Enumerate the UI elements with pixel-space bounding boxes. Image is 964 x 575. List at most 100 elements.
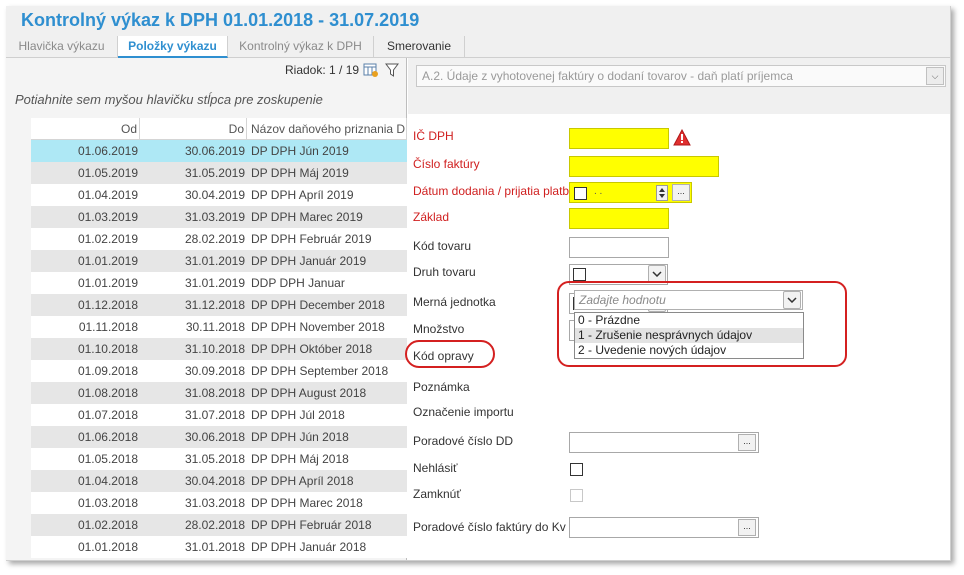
table-row[interactable]: 01.05.2019 31.05.2019 DP DPH Máj 2019 xyxy=(31,162,407,184)
table-row[interactable]: 01.03.2018 31.03.2018 DP DPH Marec 2018 xyxy=(31,492,407,514)
column-header-nazov[interactable]: Názov daňového priznania DPH xyxy=(247,118,407,139)
tab-hlavicka-vykazu[interactable]: Hlavička výkazu xyxy=(6,36,118,58)
cell-nazov: DP DPH Február 2019 xyxy=(251,232,372,246)
column-chooser-icon[interactable] xyxy=(363,62,379,78)
cell-do: 31.01.2018 xyxy=(184,540,245,554)
tab-kontrolny-vykaz[interactable]: Kontrolný výkaz k DPH xyxy=(228,36,374,58)
poradove-cislo-dd-input[interactable]: ... xyxy=(569,432,759,453)
cell-do: 31.01.2019 xyxy=(184,254,245,268)
date-spin-icon[interactable] xyxy=(656,185,668,201)
cell-do: 31.03.2018 xyxy=(184,496,245,510)
grid-body: 01.06.2019 30.06.2019 DP DPH Jún 2019 01.05… xyxy=(31,140,407,558)
chevron-down-icon[interactable]: ⌵ xyxy=(926,67,944,85)
cell-od: 01.02.2019 xyxy=(77,232,138,246)
table-row[interactable]: 01.01.2018 31.01.2018 DP DPH Január 2018 xyxy=(31,536,407,558)
cell-od: 01.01.2019 xyxy=(77,254,138,268)
cell-nazov: DP DPH December 2018 xyxy=(251,298,385,312)
cell-od: 01.08.2018 xyxy=(77,386,138,400)
date-picker-button[interactable]: ... xyxy=(672,184,690,201)
druh-tovaru-checkbox[interactable] xyxy=(573,268,586,281)
table-row[interactable]: 01.01.2019 31.01.2019 DDP DPH Januar xyxy=(31,272,407,294)
app-window: Kontrolný výkaz k DPH 01.01.2018 - 31.07… xyxy=(6,6,951,561)
cell-od: 01.12.2018 xyxy=(77,298,138,312)
cislo-faktury-input[interactable] xyxy=(569,156,719,177)
oznacenie-importu-label: Označenie importu xyxy=(413,405,514,419)
item-detail-pane: A.2. Údaje z vyhotovenej faktúry o dodan… xyxy=(405,58,950,560)
kod-opravy-combo-annotation xyxy=(557,281,847,367)
grid-header: Od Do Názov daňového priznania DPH xyxy=(31,118,407,140)
column-header-od[interactable]: Od xyxy=(31,118,140,139)
cell-nazov: DP DPH September 2018 xyxy=(251,364,389,378)
kod-opravy-label-annotation xyxy=(405,340,495,368)
table-row[interactable]: 01.10.2018 31.10.2018 DP DPH Október 2018 xyxy=(31,338,407,360)
column-header-do[interactable]: Do xyxy=(140,118,247,139)
cell-nazov: DP DPH Jún 2019 xyxy=(251,144,349,158)
cell-do: 31.01.2019 xyxy=(184,276,245,290)
cell-do: 28.02.2018 xyxy=(184,518,245,532)
poznamka-label: Poznámka xyxy=(413,380,470,394)
table-row[interactable]: 01.04.2019 30.04.2019 DP DPH Apríl 2019 xyxy=(31,184,407,206)
cell-od: 01.03.2018 xyxy=(77,496,138,510)
table-row[interactable]: 01.09.2018 30.09.2018 DP DPH September 201… xyxy=(31,360,407,382)
table-row[interactable]: 01.02.2019 28.02.2019 DP DPH Február 2019 xyxy=(31,228,407,250)
cell-nazov: DDP DPH Januar xyxy=(251,276,345,290)
cell-nazov: DP DPH Apríl 2018 xyxy=(251,474,354,488)
zamknut-label: Zamknúť xyxy=(413,487,461,501)
ic-dph-input[interactable] xyxy=(569,128,669,149)
cell-od: 01.03.2019 xyxy=(77,210,138,224)
table-row[interactable]: 01.06.2019 30.06.2019 DP DPH Jún 2019 xyxy=(31,140,407,162)
date-placeholder: . . xyxy=(594,186,603,197)
table-row[interactable]: 01.08.2018 31.08.2018 DP DPH August 2018 xyxy=(31,382,407,404)
cell-nazov: DP DPH Apríl 2019 xyxy=(251,188,354,202)
vat-returns-grid: Od Do Názov daňového priznania DPH 01.06… xyxy=(31,118,407,558)
cell-od: 01.10.2018 xyxy=(77,342,138,356)
cell-od: 01.04.2019 xyxy=(77,188,138,202)
cell-nazov: DP DPH Júl 2018 xyxy=(251,408,345,422)
datum-dodania-label: Dátum dodania / prijatia platby xyxy=(413,184,576,198)
ic-dph-label: IČ DPH xyxy=(413,129,454,143)
section-select[interactable]: A.2. Údaje z vyhotovenej faktúry o dodan… xyxy=(416,65,946,87)
poradove-cislo-dd-lookup-button[interactable]: ... xyxy=(738,434,756,451)
cell-nazov: DP DPH Október 2018 xyxy=(251,342,373,356)
date-enable-checkbox[interactable] xyxy=(574,187,587,200)
tab-bar: Hlavička výkazu Položky výkazu Kontrolný… xyxy=(6,36,465,58)
druh-tovaru-label: Druh tovaru xyxy=(413,265,476,279)
nehlasit-checkbox[interactable] xyxy=(570,463,583,476)
poradove-cislo-dd-label: Poradové číslo DD xyxy=(413,434,514,448)
table-row[interactable]: 01.02.2018 28.02.2018 DP DPH Február 2018 xyxy=(31,514,407,536)
cell-do: 30.04.2019 xyxy=(184,188,245,202)
kod-tovaru-input[interactable] xyxy=(569,237,669,258)
poradove-cislo-faktury-lookup-button[interactable]: ... xyxy=(738,519,756,536)
table-row[interactable]: 01.12.2018 31.12.2018 DP DPH December 2018 xyxy=(31,294,407,316)
poradove-cislo-faktury-label: Poradové číslo faktúry do Kv xyxy=(413,520,566,534)
cell-od: 01.02.2018 xyxy=(77,518,138,532)
poradove-cislo-faktury-input[interactable]: ... xyxy=(569,517,759,538)
table-row[interactable]: 01.04.2018 30.04.2018 DP DPH Apríl 2018 xyxy=(31,470,407,492)
group-by-drop-area[interactable]: Potiahnite sem myšou hlavičku stĺpca pre… xyxy=(15,92,323,107)
cislo-faktury-label: Číslo faktúry xyxy=(413,157,480,171)
zaklad-input[interactable] xyxy=(569,208,669,229)
tab-smerovanie[interactable]: Smerovanie xyxy=(374,36,465,58)
cell-nazov: DP DPH August 2018 xyxy=(251,386,367,400)
cell-od: 01.06.2018 xyxy=(77,430,138,444)
table-row[interactable]: 01.05.2018 31.05.2018 DP DPH Máj 2018 xyxy=(31,448,407,470)
table-row[interactable]: 01.06.2018 30.06.2018 DP DPH Jún 2018 xyxy=(31,426,407,448)
table-row[interactable]: 01.11.2018 30.11.2018 DP DPH November 2018 xyxy=(31,316,407,338)
cell-od: 01.06.2019 xyxy=(77,144,138,158)
cell-nazov: DP DPH Február 2018 xyxy=(251,518,372,532)
mnozstvo-label: Množstvo xyxy=(413,322,465,336)
cell-do: 31.05.2018 xyxy=(184,452,245,466)
cell-do: 30.06.2018 xyxy=(184,430,245,444)
header: Kontrolný výkaz k DPH 01.01.2018 - 31.07… xyxy=(6,6,950,58)
filter-icon[interactable] xyxy=(384,62,400,78)
table-row[interactable]: 01.01.2019 31.01.2019 DP DPH Január 2019 xyxy=(31,250,407,272)
table-row[interactable]: 01.07.2018 31.07.2018 DP DPH Júl 2018 xyxy=(31,404,407,426)
table-row[interactable]: 01.03.2019 31.03.2019 DP DPH Marec 2019 xyxy=(31,206,407,228)
tab-polozky-vykazu[interactable]: Položky výkazu xyxy=(118,36,228,58)
items-list-pane: Riadok: 1 / 19 Potiahnite sem myšou hlav… xyxy=(6,58,407,560)
datum-dodania-input[interactable]: . . ... xyxy=(569,182,692,203)
kod-tovaru-label: Kód tovaru xyxy=(413,239,472,253)
merna-jednotka-label: Merná jednotka xyxy=(413,295,496,309)
cell-do: 31.07.2018 xyxy=(184,408,245,422)
cell-do: 30.09.2018 xyxy=(184,364,245,378)
